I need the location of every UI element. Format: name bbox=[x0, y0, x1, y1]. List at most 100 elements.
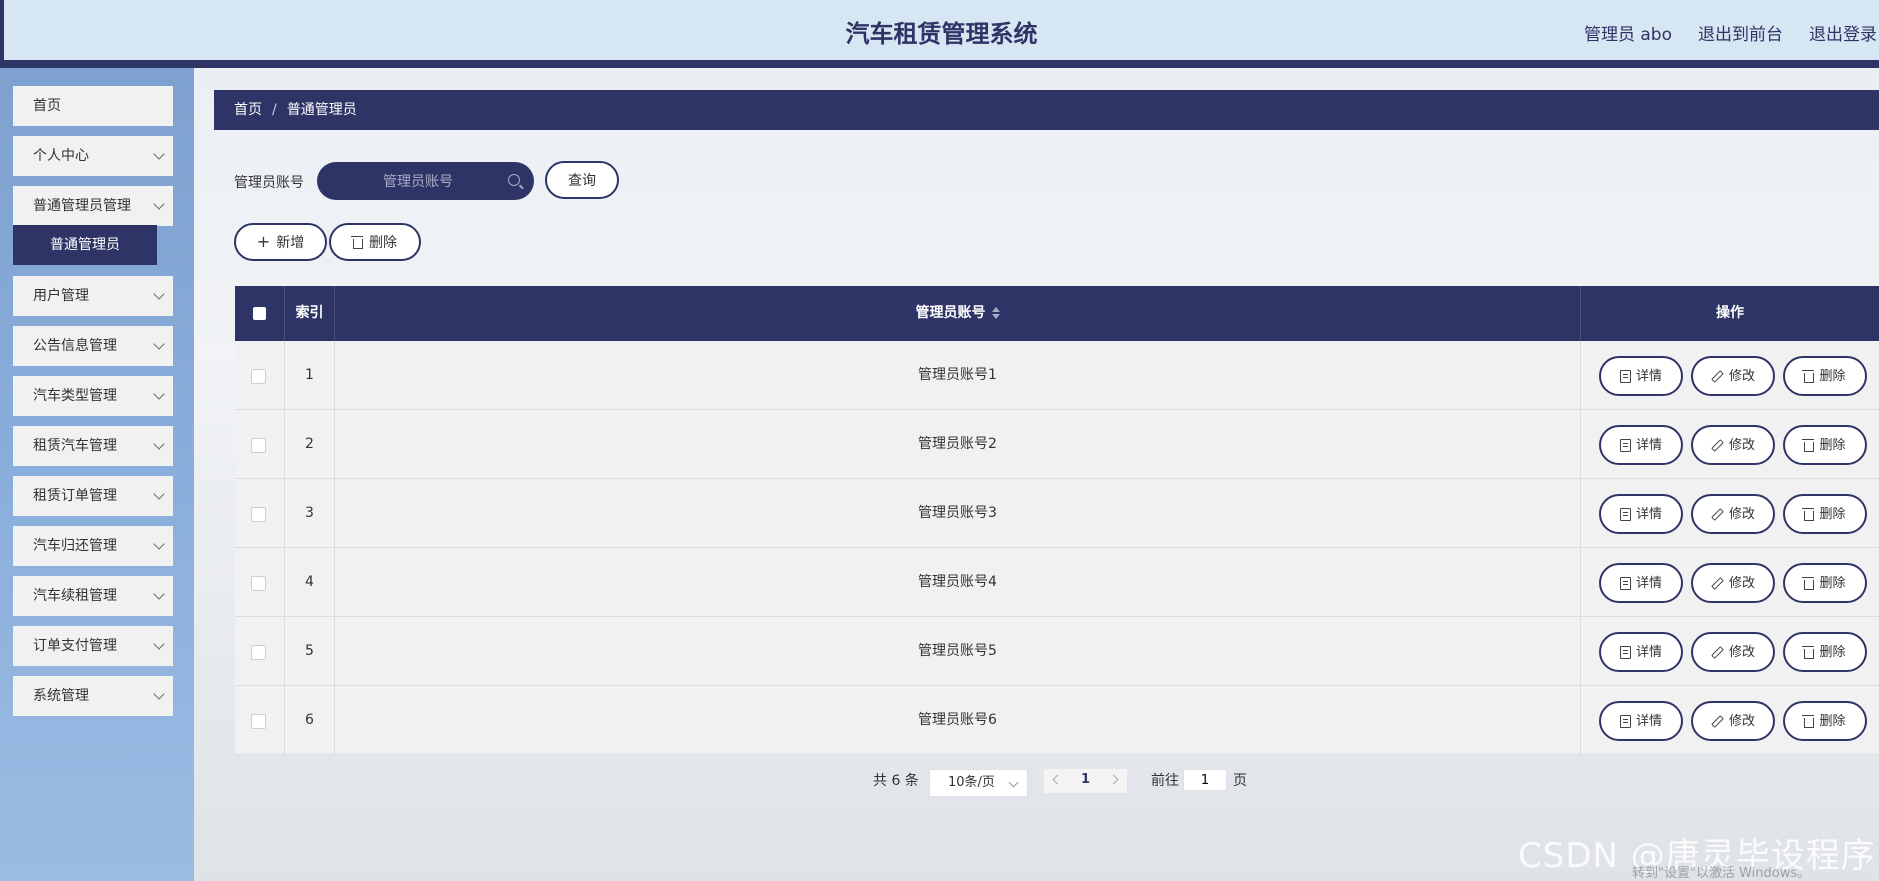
row-account: 管理员账号6 bbox=[335, 686, 1581, 755]
edit-button[interactable]: 修改 bbox=[1691, 356, 1775, 396]
row-actions: 详情 修改 删除 bbox=[1581, 548, 1879, 617]
page-size-select[interactable]: 10条/页 bbox=[929, 769, 1028, 797]
row-account: 管理员账号4 bbox=[335, 548, 1581, 617]
edit-icon bbox=[1711, 507, 1724, 521]
row-account: 管理员账号3 bbox=[335, 479, 1581, 548]
delete-button[interactable]: 删除 bbox=[1783, 425, 1867, 465]
row-index: 3 bbox=[285, 479, 335, 548]
table-row: 1 管理员账号1 详情 修改 删除 bbox=[235, 341, 1879, 410]
edit-button[interactable]: 修改 bbox=[1691, 632, 1775, 672]
row-checkbox[interactable] bbox=[251, 576, 266, 591]
pagination-nav: 1 bbox=[1044, 769, 1127, 793]
sort-icon[interactable] bbox=[991, 307, 1000, 319]
table-row: 4 管理员账号4 详情 修改 删除 bbox=[235, 548, 1879, 617]
sidebar-item-rental-car[interactable]: 租赁汽车管理 bbox=[13, 426, 173, 466]
detail-button[interactable]: 详情 bbox=[1599, 425, 1683, 465]
edit-button[interactable]: 修改 bbox=[1691, 494, 1775, 534]
sidebar-item-system[interactable]: 系统管理 bbox=[13, 676, 173, 716]
trash-icon bbox=[1802, 507, 1815, 521]
chevron-down-icon bbox=[153, 638, 165, 650]
chevron-down-icon bbox=[153, 538, 165, 550]
logout-link[interactable]: 退出登录 bbox=[1809, 20, 1877, 45]
sidebar-item-personal-center[interactable]: 个人中心 bbox=[13, 136, 173, 176]
sidebar-item-user-management[interactable]: 用户管理 bbox=[13, 276, 173, 316]
row-actions: 详情 修改 删除 bbox=[1581, 410, 1879, 479]
breadcrumb-separator: / bbox=[272, 102, 277, 118]
sidebar-item-announcement[interactable]: 公告信息管理 bbox=[13, 326, 173, 366]
chevron-down-icon bbox=[153, 288, 165, 300]
query-button[interactable]: 查询 bbox=[545, 161, 619, 199]
detail-button[interactable]: 详情 bbox=[1599, 563, 1683, 603]
header-divider bbox=[0, 60, 1879, 68]
add-button[interactable]: + 新增 bbox=[234, 223, 327, 261]
row-index: 5 bbox=[285, 617, 335, 686]
row-checkbox[interactable] bbox=[251, 438, 266, 453]
goto-page-input[interactable] bbox=[1183, 769, 1227, 791]
delete-button[interactable]: 删除 bbox=[1783, 563, 1867, 603]
detail-button[interactable]: 详情 bbox=[1599, 632, 1683, 672]
table-row: 2 管理员账号2 详情 修改 删除 bbox=[235, 410, 1879, 479]
detail-button[interactable]: 详情 bbox=[1599, 701, 1683, 741]
chevron-down-icon bbox=[153, 688, 165, 700]
breadcrumb: 首页 / 普通管理员 bbox=[214, 90, 1879, 130]
edit-button[interactable]: 修改 bbox=[1691, 701, 1775, 741]
plus-icon: + bbox=[256, 232, 271, 251]
breadcrumb-home[interactable]: 首页 bbox=[234, 102, 262, 118]
trash-icon bbox=[1802, 576, 1815, 590]
sidebar-item-car-type[interactable]: 汽车类型管理 bbox=[13, 376, 173, 416]
sidebar-item-home[interactable]: 首页 bbox=[13, 86, 173, 126]
sidebar-item-car-renewal[interactable]: 汽车续租管理 bbox=[13, 576, 173, 616]
pagination-total: 共 6 条 bbox=[873, 773, 919, 789]
row-index: 2 bbox=[285, 410, 335, 479]
detail-button[interactable]: 详情 bbox=[1599, 494, 1683, 534]
edit-icon bbox=[1711, 438, 1724, 452]
document-icon bbox=[1619, 507, 1631, 521]
page-unit-label: 页 bbox=[1233, 773, 1247, 789]
select-all-checkbox[interactable] bbox=[253, 307, 266, 320]
top-links: 管理员 abo 退出到前台 退出登录 bbox=[1584, 20, 1877, 45]
top-header: 汽车租赁管理系统 管理员 abo 退出到前台 退出登录 bbox=[0, 0, 1879, 60]
trash-icon bbox=[1802, 714, 1815, 728]
chevron-down-icon bbox=[1008, 777, 1019, 788]
table-header: 索引 管理员账号 操作 bbox=[235, 286, 1879, 341]
edit-icon bbox=[1711, 645, 1724, 659]
trash-icon bbox=[1802, 438, 1815, 452]
chevron-down-icon bbox=[153, 148, 165, 160]
row-checkbox[interactable] bbox=[251, 369, 266, 384]
front-link[interactable]: 退出到前台 bbox=[1698, 20, 1783, 45]
document-icon bbox=[1619, 714, 1631, 728]
row-checkbox[interactable] bbox=[251, 507, 266, 522]
current-user: 管理员 abo bbox=[1583, 25, 1672, 45]
document-icon bbox=[1619, 645, 1631, 659]
row-actions: 详情 修改 删除 bbox=[1581, 617, 1879, 686]
row-account: 管理员账号5 bbox=[335, 617, 1581, 686]
search-field bbox=[317, 162, 534, 202]
delete-button[interactable]: 删除 bbox=[1783, 494, 1867, 534]
sidebar-item-admin-management[interactable]: 普通管理员管理 bbox=[13, 186, 173, 226]
batch-delete-button[interactable]: 删除 bbox=[329, 223, 421, 261]
edit-button[interactable]: 修改 bbox=[1691, 425, 1775, 465]
edit-button[interactable]: 修改 bbox=[1691, 563, 1775, 603]
row-checkbox[interactable] bbox=[251, 714, 266, 729]
delete-button[interactable]: 删除 bbox=[1783, 632, 1867, 672]
search-input[interactable] bbox=[331, 162, 505, 202]
edit-icon bbox=[1711, 369, 1724, 383]
goto-label: 前往 bbox=[1151, 773, 1179, 789]
row-index: 1 bbox=[285, 341, 335, 410]
delete-button[interactable]: 删除 bbox=[1783, 701, 1867, 741]
windows-activation-notice: 转到"设置"以激活 Windows。 bbox=[1632, 866, 1811, 881]
chevron-down-icon bbox=[153, 338, 165, 350]
table-row: 6 管理员账号6 详情 修改 删除 bbox=[235, 686, 1879, 755]
delete-button[interactable]: 删除 bbox=[1783, 356, 1867, 396]
sidebar-item-order-payment[interactable]: 订单支付管理 bbox=[13, 626, 173, 666]
detail-button[interactable]: 详情 bbox=[1599, 356, 1683, 396]
chevron-down-icon bbox=[153, 438, 165, 450]
row-account: 管理员账号1 bbox=[335, 341, 1581, 410]
chevron-down-icon bbox=[153, 488, 165, 500]
row-checkbox[interactable] bbox=[251, 645, 266, 660]
sidebar-item-rental-order[interactable]: 租赁订单管理 bbox=[13, 476, 173, 516]
sidebar-subitem-admin[interactable]: 普通管理员 bbox=[13, 225, 157, 265]
sidebar-item-car-return[interactable]: 汽车归还管理 bbox=[13, 526, 173, 566]
column-account[interactable]: 管理员账号 bbox=[335, 286, 1581, 341]
chevron-down-icon bbox=[153, 198, 165, 210]
